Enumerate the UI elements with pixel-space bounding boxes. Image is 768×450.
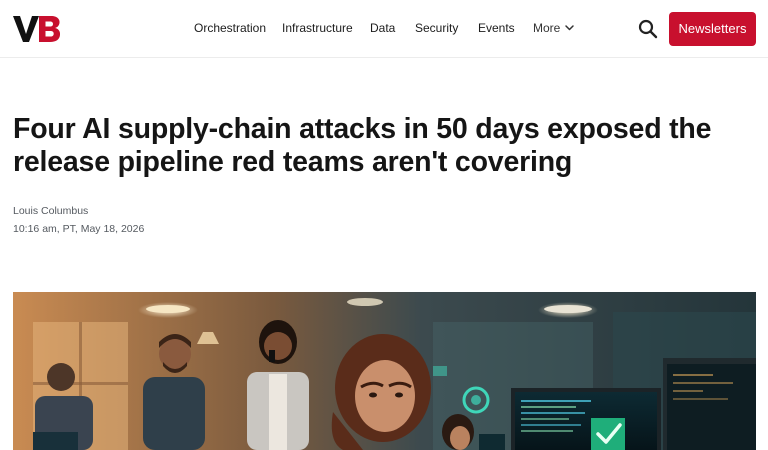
article-author[interactable]: Louis Columbus [13,204,88,218]
site-header: Orchestration Infrastructure Data Securi… [0,0,768,58]
newsletters-button[interactable]: Newsletters [669,12,756,46]
article-headline: Four AI supply-chain attacks in 50 days … [13,113,712,178]
article-date: 10:16 am, PT, May 18, 2026 [13,223,145,235]
chevron-down-icon[interactable] [564,22,575,33]
search-icon[interactable] [638,19,658,39]
nav-item-infrastructure[interactable]: Infrastructure [282,20,353,36]
nav-item-orchestration[interactable]: Orchestration [194,20,266,36]
nav-item-data[interactable]: Data [370,20,395,36]
vb-logo[interactable] [13,14,61,44]
hero-image [13,292,756,450]
vb-logo-mark [13,16,61,42]
nav-item-more[interactable]: More [533,20,560,36]
nav-item-events[interactable]: Events [478,20,515,36]
office-team-monitors-photo [13,292,756,450]
nav-item-security[interactable]: Security [415,20,458,36]
